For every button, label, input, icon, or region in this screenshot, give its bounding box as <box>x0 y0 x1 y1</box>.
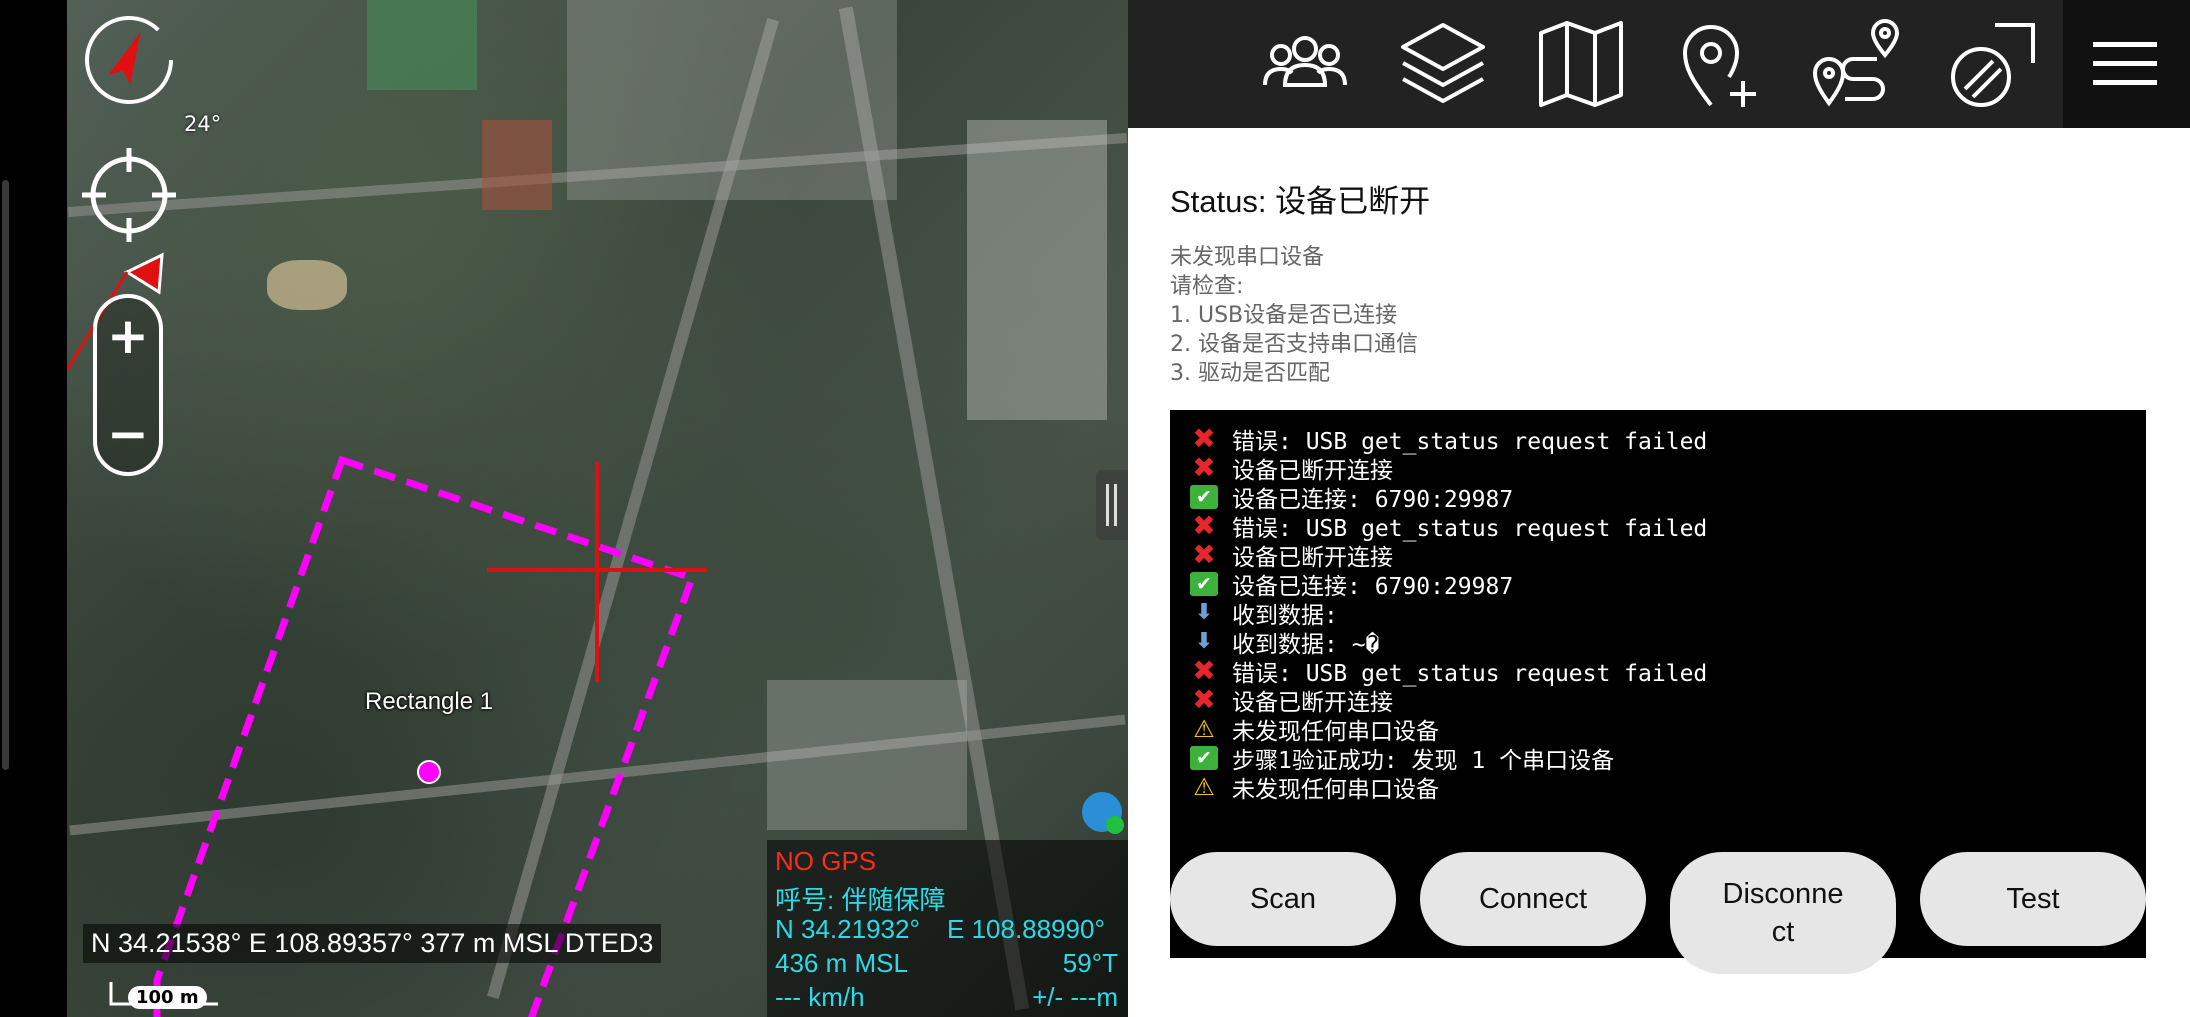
download-icon: ⬇ <box>1194 629 1214 654</box>
warning-icon: ⚠ <box>1193 714 1215 743</box>
check-icon: ✔ <box>1190 571 1218 596</box>
team-button[interactable] <box>1250 8 1360 118</box>
gps-speed: --- km/h <box>775 982 865 1012</box>
error-icon: ✖ <box>1192 422 1216 455</box>
warning-icon: ⚠ <box>1193 772 1215 801</box>
log-entry: ✖ 设备已断开连接 <box>1190 683 2146 716</box>
layers-button[interactable] <box>1388 8 1498 118</box>
hint-line: 3. 驱动是否匹配 <box>1170 361 1330 386</box>
zoom-in-button[interactable]: + <box>97 306 159 366</box>
log-entry: ✔ 设备已连接: 6790:29987 <box>1190 569 2146 600</box>
log-entry: ✔ 设备已连接: 6790:29987 <box>1190 482 2146 513</box>
log-entry: ⚠ 未发现任何串口设备 <box>1190 714 2146 745</box>
zoom-out-button[interactable]: − <box>97 404 159 464</box>
panel-resize-handle[interactable] <box>1096 470 1128 540</box>
check-icon: ✔ <box>1190 745 1218 770</box>
log-entry: ⚠ 未发现任何串口设备 <box>1190 772 2146 803</box>
error-icon: ✖ <box>1192 509 1216 542</box>
shape-point <box>417 760 441 784</box>
add-point-button[interactable] <box>1664 8 1774 118</box>
left-edge <box>0 0 67 1017</box>
hint-line: 2. 设备是否支持串口通信 <box>1170 332 1418 357</box>
draw-icon <box>1951 23 2035 107</box>
scale-label: 100 m <box>128 986 207 1009</box>
add-point-icon <box>1682 25 1756 107</box>
hint-text: 未发现串口设备 请检查: 1. USB设备是否已连接 2. 设备是否支持串口通信… <box>1170 243 1418 388</box>
side-panel: Status: 设备已断开 未发现串口设备 请检查: 1. USB设备是否已连接… <box>1128 0 2190 1017</box>
heading-arrow <box>123 252 164 295</box>
compass-heading: 24° <box>184 112 222 136</box>
zoom-control: + − <box>93 294 163 476</box>
log-entry: ⬇ 收到数据: <box>1190 598 2146 629</box>
log-entry: ✖ 设备已断开连接 <box>1190 451 2146 484</box>
gps-info-panel: NO GPS 呼号: 伴随保障 N 34.21932° E 108.88990°… <box>767 840 1128 1017</box>
disconnect-label: Disconne ct <box>1723 875 1844 951</box>
error-icon: ✖ <box>1192 654 1216 687</box>
route-icon <box>1812 19 1900 107</box>
check-icon: ✔ <box>1190 484 1218 509</box>
disconnect-label-line2: ct <box>1771 916 1795 948</box>
gps-temperature: 59°T <box>1062 948 1118 978</box>
error-icon: ✖ <box>1192 451 1216 484</box>
error-icon: ✖ <box>1192 683 1216 716</box>
compass-button[interactable] <box>79 18 179 118</box>
menu-icon <box>2093 42 2157 85</box>
gps-altitude: 436 m MSL <box>775 948 908 978</box>
connection-status: Status: 设备已断开 <box>1170 184 1431 219</box>
map-view[interactable]: 24° + − Rectangle 1 N 34.21538° E 108.89… <box>67 0 1128 1017</box>
disconnect-button[interactable]: Disconne ct <box>1670 852 1896 974</box>
log-text: 未发现任何串口设备 <box>1232 776 1439 803</box>
route-button[interactable] <box>1802 8 1912 118</box>
hint-line: 1. USB设备是否已连接 <box>1170 303 1398 328</box>
log-entry: ✖ 错误: USB get_status request failed <box>1190 654 2146 687</box>
cursor-coordinates: N 34.21538° E 108.89357° 377 m MSL DTED3 <box>83 924 662 963</box>
locate-button[interactable] <box>81 150 177 246</box>
log-entry: ✖ 错误: USB get_status request failed <box>1190 422 2146 455</box>
serial-panel: Status: 设备已断开 未发现串口设备 请检查: 1. USB设备是否已连接… <box>1128 128 2190 1017</box>
gps-callsign: 呼号: 伴随保障 <box>775 885 946 915</box>
map-button[interactable] <box>1526 8 1636 118</box>
gps-accuracy: +/- ---m <box>1032 982 1118 1012</box>
gps-latitude: N 34.21932° <box>775 914 920 944</box>
log-entry: ✔ 步骤1验证成功: 发现 1 个串口设备 <box>1190 743 2146 774</box>
download-icon: ⬇ <box>1194 600 1214 625</box>
hint-line: 请检查: <box>1170 274 1244 299</box>
action-buttons: Scan Connect Disconne ct Test <box>1170 852 2150 974</box>
shape-label: Rectangle 1 <box>365 688 494 715</box>
error-icon: ✖ <box>1192 538 1216 571</box>
globe-icon <box>1082 792 1124 834</box>
log-entry: ✖ 错误: USB get_status request failed <box>1190 509 2146 542</box>
menu-button[interactable] <box>2063 0 2190 128</box>
connect-button[interactable]: Connect <box>1420 852 1646 946</box>
disconnect-label-line1: Disconne <box>1722 878 1844 910</box>
draw-button[interactable] <box>1940 8 2050 118</box>
layers-icon <box>1401 23 1485 103</box>
team-icon <box>1263 36 1347 87</box>
log-entry: ✖ 设备已断开连接 <box>1190 538 2146 571</box>
gps-status: NO GPS <box>775 846 877 876</box>
test-button[interactable]: Test <box>1920 852 2146 946</box>
map-icon <box>1539 21 1623 107</box>
toolbar <box>1128 0 2190 128</box>
scan-button[interactable]: Scan <box>1170 852 1396 946</box>
hint-line: 未发现串口设备 <box>1170 245 1325 270</box>
log-entry: ⬇ 收到数据: ~� <box>1190 627 2146 658</box>
gps-longitude: E 108.88990° <box>947 914 1105 944</box>
scroll-indicator[interactable] <box>2 180 9 770</box>
